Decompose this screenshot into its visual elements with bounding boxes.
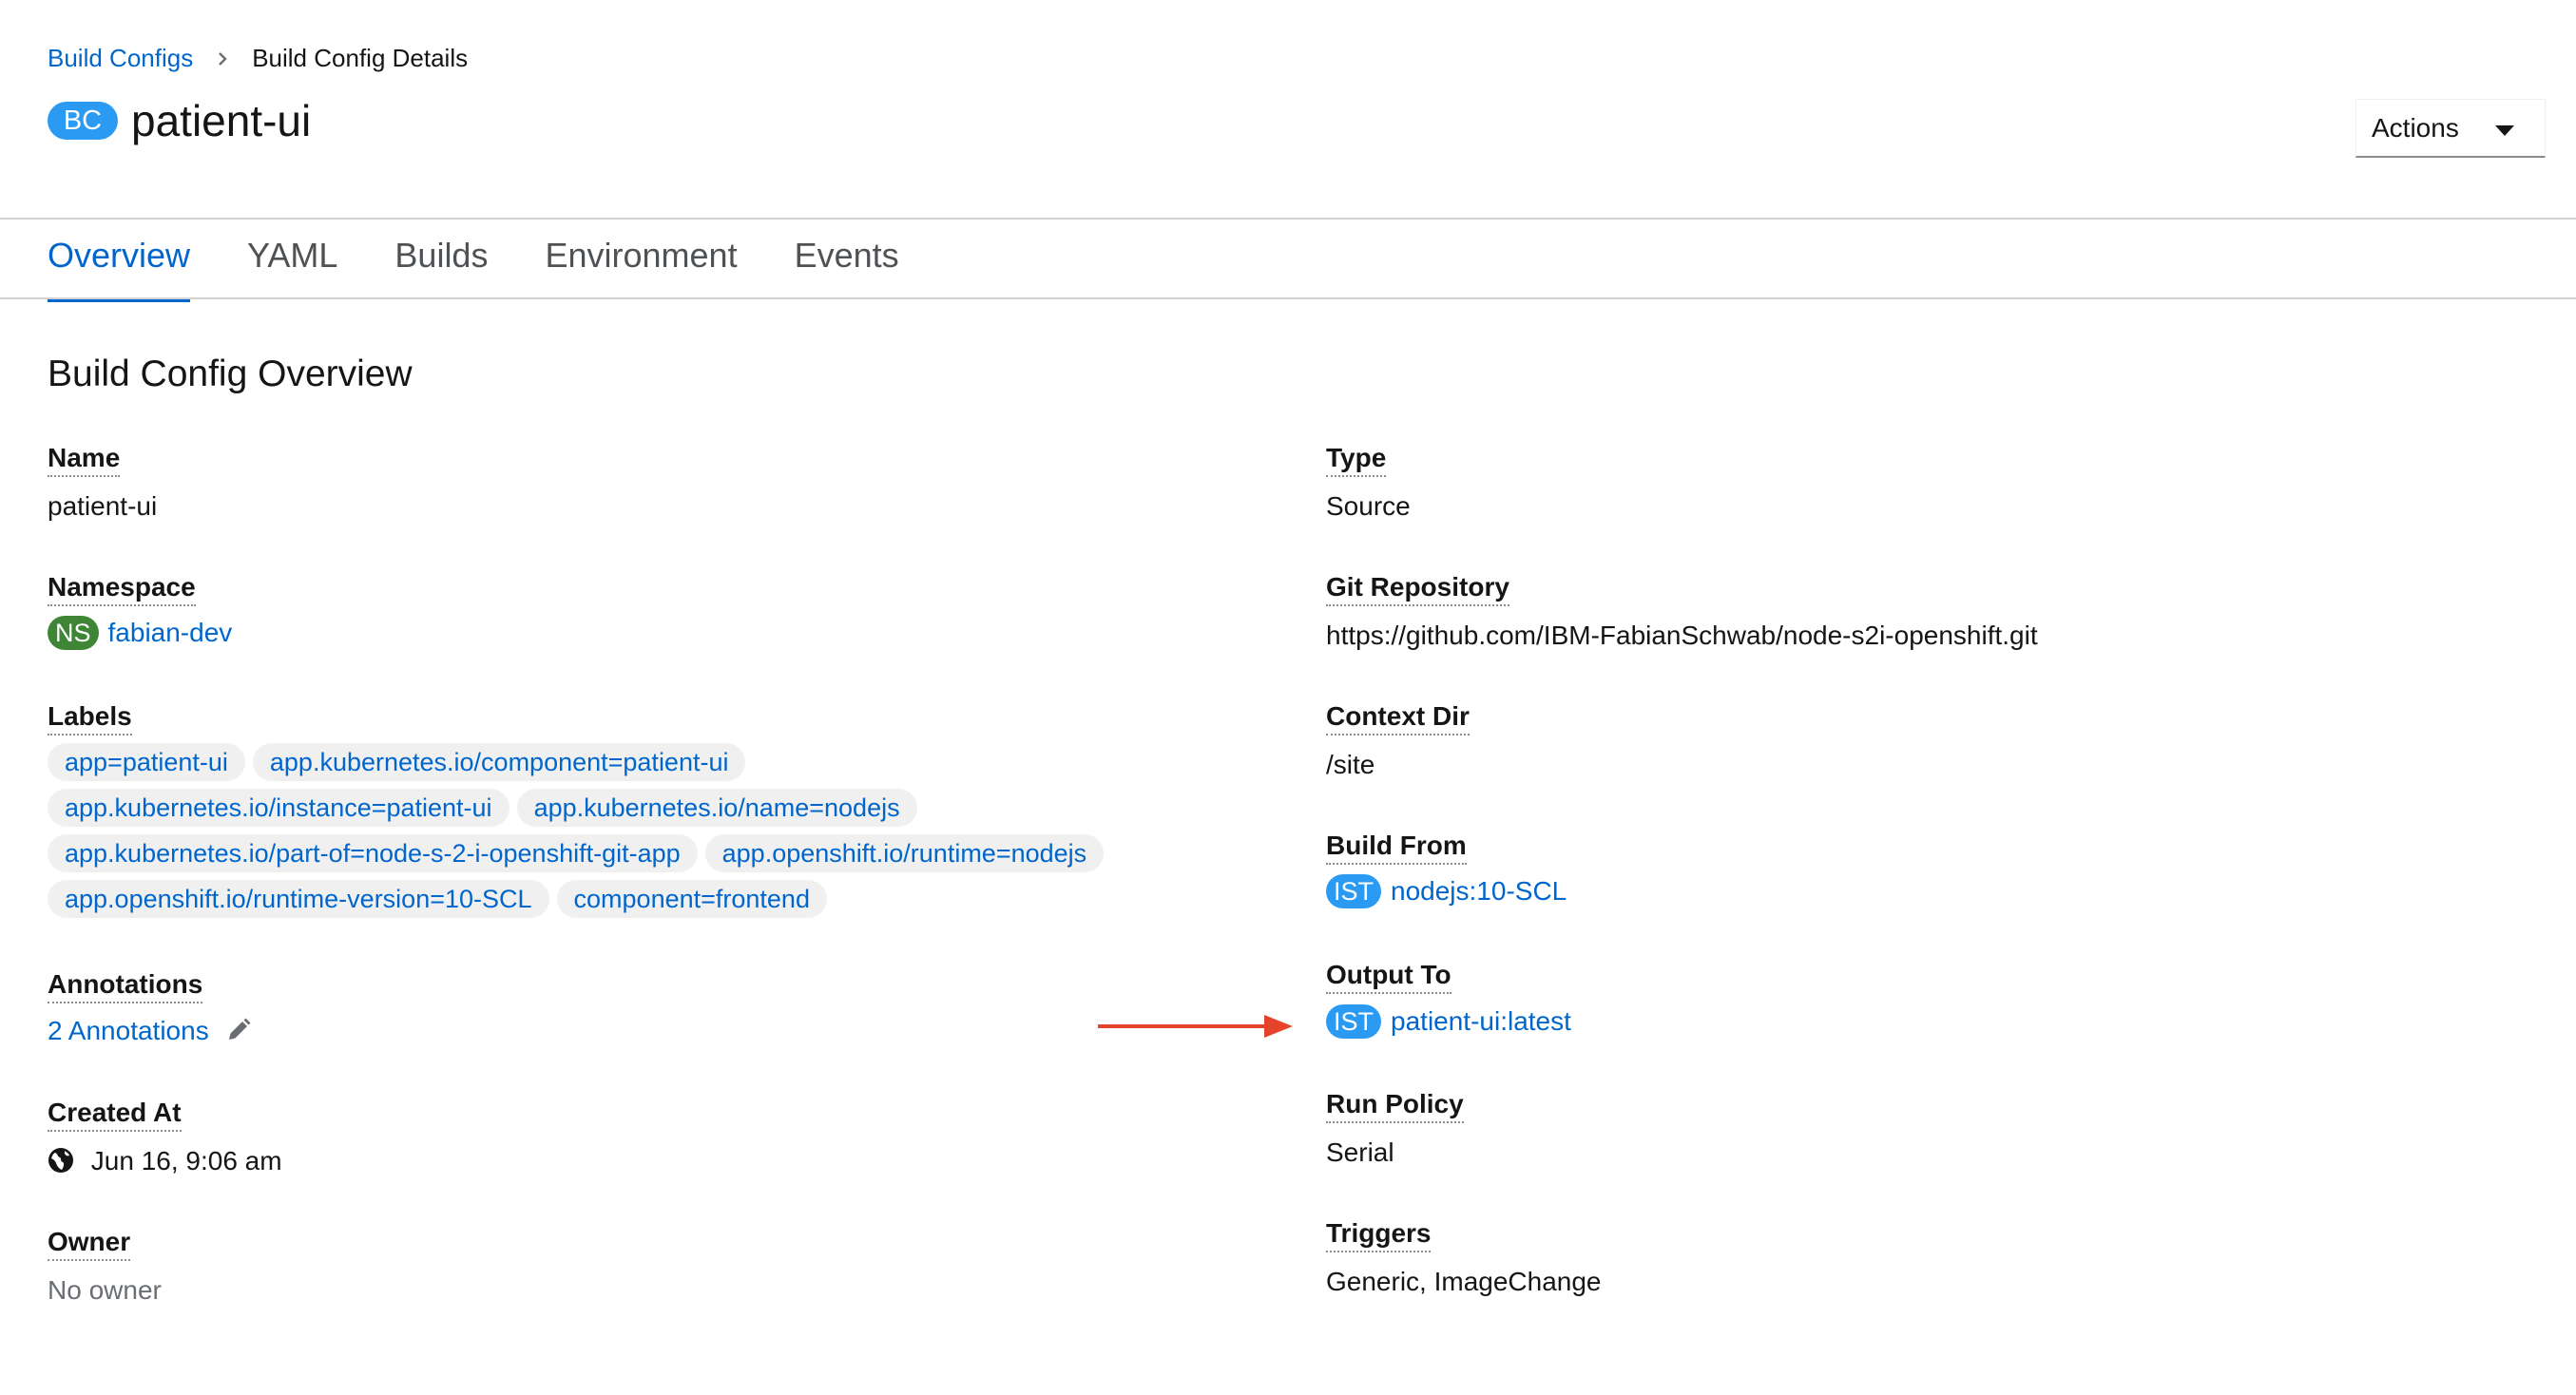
context-dir-term[interactable]: Context Dir — [1326, 701, 1470, 736]
type-term[interactable]: Type — [1326, 443, 1387, 477]
labels-term[interactable]: Labels — [48, 701, 132, 736]
label-chip[interactable]: app.openshift.io/runtime=nodejs — [704, 834, 1105, 872]
page-title: patient-ui — [131, 96, 312, 145]
page-header: BC patient-ui — [48, 95, 311, 146]
annotations-link[interactable]: 2 Annotations — [48, 1016, 209, 1045]
tab-yaml[interactable]: YAML — [247, 236, 337, 295]
annotations-value: 2 Annotations — [48, 1016, 252, 1046]
label-chip[interactable]: app.openshift.io/runtime-version=10-SCL — [48, 880, 549, 918]
section-title: Build Config Overview — [48, 354, 413, 394]
label-chip[interactable]: app.kubernetes.io/instance=patient-ui — [48, 789, 509, 827]
triggers-term[interactable]: Triggers — [1326, 1218, 1432, 1252]
image-stream-tag-badge: IST — [1326, 874, 1382, 908]
globe-icon — [48, 1148, 73, 1173]
type-value: Source — [1326, 491, 1411, 521]
tabs-divider — [0, 297, 2576, 299]
build-config-badge: BC — [48, 102, 118, 140]
tab-overview[interactable]: Overview — [48, 236, 191, 302]
annotations-term[interactable]: Annotations — [48, 969, 203, 1003]
git-repository-value: https://github.com/IBM-FabianSchwab/node… — [1326, 621, 2038, 650]
tab-bar: Overview YAML Builds Environment Events — [48, 236, 956, 302]
namespace-link[interactable]: fabian-dev — [108, 618, 233, 648]
label-chip[interactable]: component=frontend — [556, 880, 827, 918]
tab-builds[interactable]: Builds — [394, 236, 488, 295]
build-from-link[interactable]: nodejs:10-SCL — [1391, 876, 1567, 907]
pencil-icon[interactable] — [225, 1017, 252, 1043]
breadcrumb-current: Build Config Details — [252, 44, 469, 72]
output-to-link[interactable]: patient-ui:latest — [1391, 1006, 1571, 1037]
created-at-term[interactable]: Created At — [48, 1098, 182, 1132]
breadcrumb: Build Configs Build Config Details — [48, 44, 468, 73]
triggers-value: Generic, ImageChange — [1326, 1267, 1602, 1296]
tab-environment[interactable]: Environment — [545, 236, 737, 295]
tab-events[interactable]: Events — [795, 236, 899, 295]
owner-value: No owner — [48, 1275, 162, 1305]
labels-list: app=patient-ui app.kubernetes.io/compone… — [48, 743, 1188, 926]
namespace-value: NS fabian-dev — [48, 616, 232, 650]
label-chip[interactable]: app.kubernetes.io/name=nodejs — [516, 789, 917, 827]
breadcrumb-build-configs-link[interactable]: Build Configs — [48, 44, 193, 73]
name-value: patient-ui — [48, 491, 158, 521]
git-repository-term[interactable]: Git Repository — [1326, 572, 1509, 606]
header-divider — [0, 218, 2576, 220]
image-stream-tag-badge: IST — [1326, 1004, 1382, 1039]
label-chip[interactable]: app.kubernetes.io/part-of=node-s-2-i-ope… — [48, 834, 698, 872]
actions-label: Actions — [2372, 112, 2459, 143]
label-chip[interactable]: app.kubernetes.io/component=patient-ui — [252, 743, 746, 781]
owner-term[interactable]: Owner — [48, 1227, 131, 1261]
caret-down-icon — [2495, 125, 2514, 136]
created-at-text: Jun 16, 9:06 am — [90, 1146, 282, 1175]
output-to-term[interactable]: Output To — [1326, 960, 1451, 994]
namespace-term[interactable]: Namespace — [48, 572, 196, 606]
chevron-right-icon — [219, 51, 227, 66]
context-dir-value: /site — [1326, 750, 1375, 779]
run-policy-value: Serial — [1326, 1137, 1394, 1167]
arrow-right-icon — [1098, 1015, 1293, 1038]
namespace-badge: NS — [48, 616, 99, 650]
build-from-term[interactable]: Build From — [1326, 831, 1467, 865]
actions-dropdown[interactable]: Actions — [2355, 99, 2546, 158]
run-policy-term[interactable]: Run Policy — [1326, 1089, 1464, 1123]
created-at-value: Jun 16, 9:06 am — [48, 1146, 282, 1176]
label-chip[interactable]: app=patient-ui — [48, 743, 245, 781]
output-to-value: IST patient-ui:latest — [1326, 1004, 1571, 1039]
build-from-value: IST nodejs:10-SCL — [1326, 874, 1567, 908]
name-term[interactable]: Name — [48, 443, 121, 477]
